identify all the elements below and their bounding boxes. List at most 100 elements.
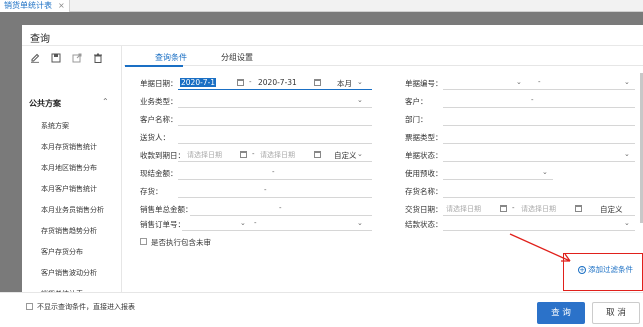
skip-conditions-checkbox[interactable]: [26, 303, 33, 310]
save-icon[interactable]: [51, 53, 61, 63]
date-separator: -: [252, 150, 255, 158]
calendar-icon[interactable]: [314, 79, 321, 86]
invoice-type-label: 票据类型：: [405, 133, 443, 142]
date-separator: -: [512, 204, 515, 212]
chevron-down-icon[interactable]: ⌄: [357, 219, 363, 227]
calendar-icon[interactable]: [575, 205, 582, 212]
chevron-down-icon[interactable]: ⌄: [542, 168, 548, 176]
stock-name-input[interactable]: [443, 197, 635, 198]
stock-label: 存货：: [140, 187, 163, 196]
cancel-button[interactable]: 取 消: [592, 302, 640, 324]
include-unaudited-checkbox[interactable]: [140, 238, 147, 245]
range-separator: -: [279, 204, 282, 212]
bill-date-to[interactable]: 2020-7-31: [258, 78, 297, 87]
calendar-icon[interactable]: [500, 205, 507, 212]
scheme-panel: 公共方案 ⌃: [22, 46, 122, 306]
scheme-toolbar: [30, 50, 103, 66]
date-separator: -: [249, 78, 252, 86]
invoice-type-input[interactable]: [443, 143, 635, 144]
bill-status-label: 单据状态：: [405, 151, 443, 160]
tab-group-settings[interactable]: 分组设置: [221, 52, 253, 63]
biz-type-underline: [178, 107, 372, 108]
trade-date-from-input[interactable]: 请选择日期: [446, 204, 481, 214]
public-schemes-title: 公共方案: [29, 99, 61, 108]
scheme-item-stock-trend[interactable]: 存货销售趋势分析: [41, 226, 97, 236]
skip-conditions-label: 不显示查询条件，直接进入报表: [37, 303, 135, 311]
include-unaudited-label: 是否执行包含未审: [151, 238, 211, 247]
bill-date-range-select[interactable]: 本月: [337, 78, 352, 89]
stock-name-label: 存货名称：: [405, 187, 443, 196]
tab-close-icon[interactable]: ×: [58, 1, 65, 10]
settle-status-label: 结款状态：: [405, 220, 443, 229]
calendar-icon[interactable]: [314, 151, 321, 158]
customer-label: 客户：: [405, 97, 428, 106]
use-prepay-label: 使用预收：: [405, 169, 443, 178]
bill-date-underline: [178, 89, 372, 90]
tab-query-conditions[interactable]: 查询条件: [155, 52, 187, 63]
scheme-item-customer-stock[interactable]: 客户存货分布: [41, 247, 83, 257]
chevron-down-icon[interactable]: ⌄: [240, 219, 246, 227]
scheme-item-stock-sales[interactable]: 本月存货销售统计: [41, 142, 97, 152]
delete-icon[interactable]: [93, 53, 103, 63]
calendar-icon[interactable]: [240, 151, 247, 158]
range-separator: -: [272, 168, 275, 176]
scheme-item-customer-fluctuation[interactable]: 客户销售波动分析: [41, 268, 97, 278]
shipper-input[interactable]: [178, 143, 372, 144]
scheme-item-customer-sales[interactable]: 本月客户销售统计: [41, 184, 97, 194]
order-no-underline: [182, 230, 372, 231]
edit-icon[interactable]: [30, 53, 40, 63]
due-date-label: 收款到期日：: [140, 151, 185, 160]
export-icon[interactable]: [72, 53, 82, 63]
due-date-range-select[interactable]: 自定义: [334, 150, 357, 161]
dialog-title: 查询: [30, 34, 50, 45]
bill-no-label: 单据编号：: [405, 79, 443, 88]
stock-input[interactable]: [178, 197, 372, 198]
customer-input[interactable]: [443, 107, 635, 108]
chevron-down-icon[interactable]: ⌄: [516, 78, 522, 86]
trade-date-to-input[interactable]: 请选择日期: [521, 204, 556, 214]
chevron-down-icon[interactable]: ⌄: [357, 96, 363, 104]
scheme-item-salesman-analysis[interactable]: 本月业务员销售分析: [41, 205, 104, 215]
bill-status-underline: [443, 161, 635, 162]
chevron-down-icon[interactable]: ⌄: [357, 78, 363, 86]
range-separator: -: [531, 96, 534, 104]
range-separator: -: [538, 78, 541, 86]
bill-date-label: 单据日期：: [140, 79, 178, 88]
dept-label: 部门：: [405, 115, 428, 124]
add-filter-label: 添加过滤条件: [588, 265, 633, 274]
customer-name-label: 客户名称：: [140, 115, 178, 124]
chevron-down-icon[interactable]: ⌄: [624, 219, 630, 227]
bill-no-underline: [443, 89, 635, 90]
scheme-item-region-sales[interactable]: 本月地区销售分布: [41, 163, 97, 173]
total-amount-input[interactable]: [190, 215, 372, 216]
calendar-icon[interactable]: [237, 79, 244, 86]
chevron-down-icon[interactable]: ⌄: [624, 78, 630, 86]
active-tab-indicator: [125, 65, 183, 67]
chevron-down-icon[interactable]: ⌄: [357, 150, 363, 158]
add-filter-button[interactable]: + 添加过滤条件: [578, 264, 633, 275]
bill-date-from[interactable]: 2020-7-1: [180, 78, 217, 87]
chevron-up-icon[interactable]: ⌃: [102, 97, 109, 106]
trade-date-underline: [443, 215, 635, 216]
query-button[interactable]: 查 询: [537, 302, 585, 324]
tab-sales-report[interactable]: 销货单统计表 ×: [0, 0, 70, 12]
trade-date-range-select[interactable]: 自定义: [600, 204, 623, 215]
chevron-down-icon[interactable]: ⌄: [624, 150, 630, 158]
due-date-from-input[interactable]: 请选择日期: [187, 150, 222, 160]
use-prepay-underline: [443, 179, 553, 180]
scheme-item-system[interactable]: 系统方案: [41, 121, 69, 131]
range-separator: -: [264, 186, 267, 194]
query-dialog: 查询 公共方案 ⌃ 系统方案 本月存货销售统计 本月地区销售分布 本月客户销售统…: [22, 25, 643, 327]
shipper-label: 送货人：: [140, 133, 170, 142]
tab-label: 销货单统计表: [4, 1, 52, 10]
settle-amount-label: 现结金额：: [140, 169, 178, 178]
settle-amount-input[interactable]: [178, 179, 372, 180]
due-date-to-input[interactable]: 请选择日期: [260, 150, 295, 160]
customer-name-input[interactable]: [178, 125, 372, 126]
range-separator: -: [254, 219, 257, 227]
trade-date-label: 交货日期：: [405, 205, 443, 214]
plus-circle-icon: +: [578, 266, 586, 274]
biz-type-label: 业务类型：: [140, 97, 178, 106]
total-amount-label: 销售单总金额：: [140, 205, 193, 214]
dept-input[interactable]: [443, 125, 635, 126]
